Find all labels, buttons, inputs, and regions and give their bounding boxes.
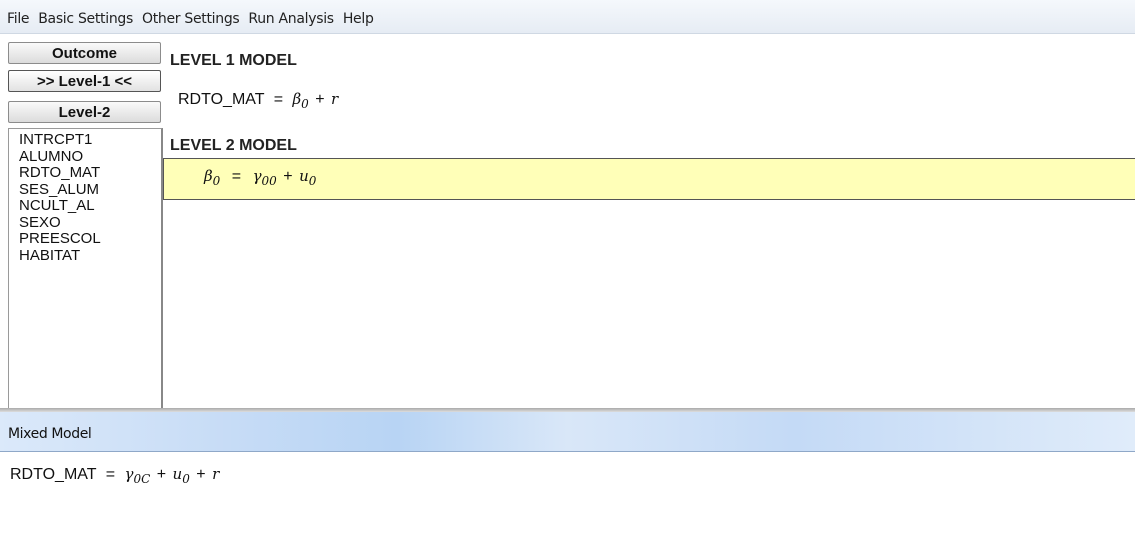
level2-button[interactable]: Level-2 (8, 101, 161, 123)
mixed-plus-2: + (196, 466, 206, 483)
level2-u-sub: 0 (308, 174, 317, 188)
level2-equation-row[interactable]: β0 = γ00 + u0 (163, 158, 1135, 200)
level1-title: LEVEL 1 MODEL (170, 52, 297, 69)
mixed-r: r (212, 465, 220, 483)
level1-plus: + (315, 91, 325, 108)
mixed-u-sub: 0 (182, 472, 190, 486)
variable-item-preescol[interactable]: PREESCOL (19, 230, 161, 248)
level2-equals: = (231, 168, 242, 185)
variable-item-habitat[interactable]: HABITAT (19, 247, 161, 265)
mixed-equation: RDTO_MAT = γ0C + u0 + r (10, 465, 219, 486)
mixed-u: u (172, 465, 183, 483)
level2-beta-sub: 0 (212, 174, 221, 188)
level2-plus: + (283, 168, 293, 185)
mixed-lhs: RDTO_MAT (10, 466, 97, 483)
level1-r: r (331, 90, 339, 108)
variable-item-alumno[interactable]: ALUMNO (19, 148, 161, 166)
level2-equation: β0 = γ00 + u0 (204, 167, 316, 188)
level1-equals: = (273, 91, 284, 108)
menu-run-analysis[interactable]: Run Analysis (244, 11, 338, 27)
menu-help[interactable]: Help (339, 11, 379, 27)
level2-gamma: γ (252, 167, 262, 185)
outcome-button[interactable]: Outcome (8, 42, 161, 64)
level2-title: LEVEL 2 MODEL (170, 137, 297, 154)
menu-other-settings[interactable]: Other Settings (138, 11, 244, 27)
level1-beta-sub: 0 (301, 97, 309, 111)
menu-file[interactable]: File (3, 11, 34, 27)
level1-button[interactable]: >> Level-1 << (8, 70, 161, 92)
variable-list: INTRCPT1 ALUMNO RDTO_MAT SES_ALUM NCULT_… (8, 128, 163, 410)
mixed-equals: = (105, 466, 116, 483)
mixed-plus-1: + (156, 466, 167, 483)
mixed-gamma-sub: 0C (133, 472, 151, 486)
level1-beta: β (292, 90, 302, 108)
level2-gamma-sub: 00 (261, 174, 277, 188)
variable-item-ses-alum[interactable]: SES_ALUM (19, 181, 161, 199)
model-area: LEVEL 1 MODEL RDTO_MAT = β0 + r LEVEL 2 … (163, 34, 1135, 410)
variable-item-intrcpt1[interactable]: INTRCPT1 (19, 131, 161, 149)
level2-beta: β (204, 167, 213, 185)
level2-u: u (299, 167, 309, 185)
menu-basic-settings[interactable]: Basic Settings (34, 11, 138, 27)
variable-item-ncult-al[interactable]: NCULT_AL (19, 197, 161, 215)
mixed-model-title: Mixed Model (8, 426, 92, 442)
variable-item-sexo[interactable]: SEXO (19, 214, 161, 232)
mixed-model-panel: RDTO_MAT = γ0C + u0 + r (0, 453, 1135, 533)
menu-bar: File Basic Settings Other Settings Run A… (0, 0, 1135, 34)
level1-equation[interactable]: RDTO_MAT = β0 + r (178, 90, 338, 111)
level1-lhs: RDTO_MAT (178, 91, 265, 108)
mixed-model-header: Mixed Model (0, 412, 1135, 452)
variable-item-rdto-mat[interactable]: RDTO_MAT (19, 164, 161, 182)
